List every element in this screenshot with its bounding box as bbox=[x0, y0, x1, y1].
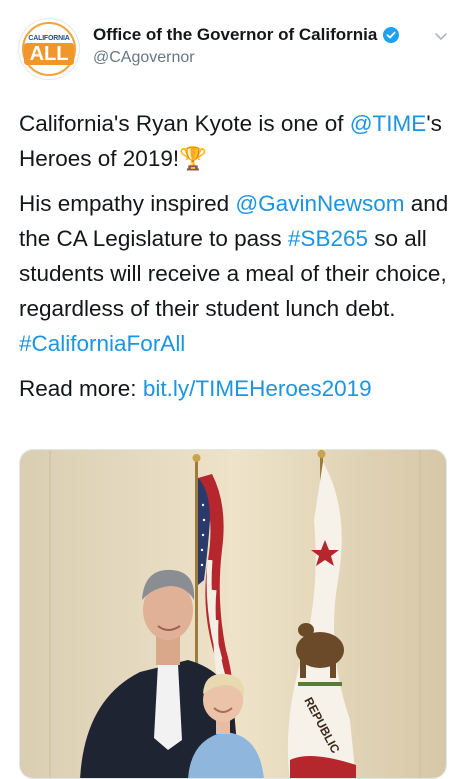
read-more-link[interactable]: bit.ly/TIMEHeroes2019 bbox=[143, 376, 372, 401]
trophy-icon: 🏆 bbox=[179, 146, 208, 171]
name-row: Office of the Governor of California bbox=[93, 25, 400, 45]
tweet-photo[interactable]: REPUBLIC bbox=[19, 449, 447, 779]
hashtag-sb265-link[interactable]: #SB265 bbox=[288, 226, 368, 251]
mention-time-link[interactable]: @TIME bbox=[350, 111, 427, 136]
tweet-header: CALIFORNIA ALL Office of the Governor of… bbox=[0, 0, 472, 90]
display-name[interactable]: Office of the Governor of California bbox=[93, 25, 377, 45]
text-segment: His empathy inspired bbox=[19, 191, 236, 216]
text-segment: Read more: bbox=[19, 376, 143, 401]
avatar[interactable]: CALIFORNIA ALL bbox=[18, 18, 80, 80]
hashtag-californiaforall-link[interactable]: #CaliforniaForAll bbox=[19, 331, 185, 356]
photo-governor-with-student: REPUBLIC bbox=[20, 450, 446, 778]
text-segment: California's Ryan Kyote is one of bbox=[19, 111, 350, 136]
avatar-main-text: ALL bbox=[23, 43, 75, 65]
tweet-paragraph-2: His empathy inspired @GavinNewsom and th… bbox=[19, 186, 459, 361]
tweet-paragraph-3: Read more: bit.ly/TIMEHeroes2019 bbox=[19, 371, 459, 406]
verified-badge-icon bbox=[383, 27, 400, 43]
mention-gavinnewsom-link[interactable]: @GavinNewsom bbox=[235, 191, 404, 216]
avatar-top-text: CALIFORNIA bbox=[28, 35, 70, 42]
handle[interactable]: @CAgovernor bbox=[93, 49, 195, 67]
tweet-text: California's Ryan Kyote is one of @TIME'… bbox=[19, 106, 459, 406]
california-for-all-logo: CALIFORNIA ALL bbox=[22, 22, 76, 76]
tweet-paragraph-1: California's Ryan Kyote is one of @TIME'… bbox=[19, 106, 459, 176]
chevron-down-icon[interactable] bbox=[433, 28, 449, 44]
